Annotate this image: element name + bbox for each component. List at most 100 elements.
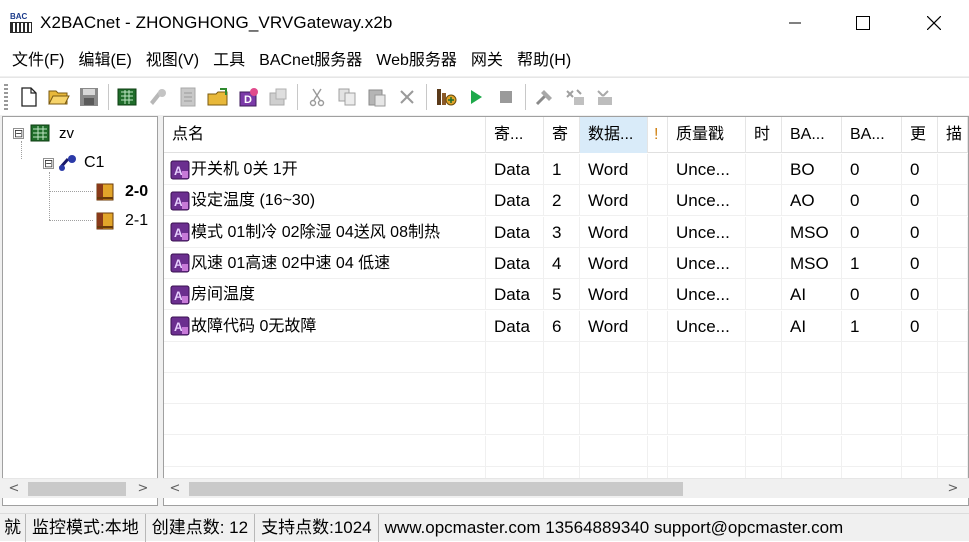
device-tree[interactable]: ⊟ zv ⊟ C1 2-0 2-1 [2, 116, 158, 506]
empty-cell [842, 341, 902, 373]
open-button[interactable] [47, 85, 71, 109]
collapse-icon[interactable]: ⊟ [43, 157, 54, 169]
svg-text:A: A [174, 289, 183, 303]
paste-button[interactable] [365, 85, 389, 109]
empty-cell [580, 341, 648, 373]
menu-gateway[interactable]: 网关 [464, 46, 510, 76]
col-header-time[interactable]: 时 [746, 117, 782, 153]
maximize-icon [856, 16, 870, 30]
point-name: 房间温度 [191, 286, 256, 304]
empty-cell [938, 435, 968, 467]
col-header-quality[interactable]: 质量戳 [668, 117, 746, 153]
delete-button[interactable] [395, 85, 419, 109]
grid-hscrollbar[interactable]: < > [163, 478, 969, 498]
tools-button[interactable] [533, 85, 557, 109]
cell-ba-type: AO [782, 185, 842, 217]
point-icon: A [170, 160, 190, 179]
cell-data-type: Word [580, 310, 648, 342]
empty-cell [938, 404, 968, 436]
paste-icon [368, 89, 386, 106]
stop-button[interactable] [494, 85, 518, 109]
properties-button[interactable] [176, 85, 200, 109]
table-row[interactable]: A 故障代码 0无故障 Data 6 Word Unce... AI 1 0 [164, 310, 968, 342]
col-header-reg-type[interactable]: 寄... [486, 117, 544, 153]
monitor-button[interactable] [434, 85, 458, 109]
empty-cell [782, 341, 842, 373]
start-button[interactable] [464, 85, 488, 109]
toolbar-separator [297, 83, 298, 110]
col-header-ba-type[interactable]: BA... [782, 117, 842, 153]
table-row[interactable]: A 房间温度 Data 5 Word Unce... AI 0 0 [164, 279, 968, 311]
tree-hscrollbar[interactable]: < > [2, 478, 158, 498]
scroll-thumb[interactable] [189, 482, 683, 496]
cell-update: 0 [902, 154, 938, 185]
col-header-desc[interactable]: 描 [938, 117, 968, 153]
maximize-button[interactable] [828, 0, 898, 46]
menu-help[interactable]: 帮助(H) [510, 46, 578, 76]
new-button[interactable] [17, 85, 41, 109]
tree-node-device-2-1[interactable]: 2-1 [95, 210, 148, 232]
col-header-name[interactable]: 点名 [164, 117, 486, 153]
tree-node-root[interactable]: ⊟ zv [13, 122, 74, 144]
add-points-button[interactable]: D [236, 85, 260, 109]
status-contact: www.opcmaster.com 13564889340 support@op… [384, 517, 844, 537]
point-icon: A [170, 285, 190, 305]
import-button[interactable] [206, 85, 230, 109]
svg-text:D: D [244, 94, 252, 106]
tree-node-channel[interactable]: ⊟ C1 [43, 152, 104, 174]
col-header-update[interactable]: 更 [902, 117, 938, 153]
scroll-left-icon[interactable]: < [165, 479, 185, 499]
col-header-flag[interactable]: ! [648, 117, 668, 153]
table-row[interactable]: A 模式 01制冷 02除湿 04送风 08制热 Data 3 Word Unce... M… [164, 216, 968, 248]
cut-button[interactable] [305, 85, 329, 109]
add-group-icon [150, 88, 166, 105]
scroll-thumb[interactable] [28, 482, 126, 496]
point-name: 开关机 0关 1开 [191, 161, 298, 178]
table-row[interactable]: A 风速 01高速 02中速 04 低速 Data 4 Word Unce... MSO 1 0 [164, 247, 968, 279]
tree-node-device-2-0[interactable]: 2-0 [95, 181, 148, 203]
col-header-data-type[interactable]: 数据... [580, 117, 648, 153]
status-bar: 就 监控模式:本地 创建点数: 12 支持点数:1024 www.opcmast… [0, 513, 969, 542]
copy-button[interactable] [335, 85, 359, 109]
close-button[interactable] [899, 0, 969, 46]
minimize-button[interactable] [760, 0, 830, 46]
points-grid[interactable]: 点名 寄... 寄 数据... ! 质量戳 时 BA... BA... 更 描 … [163, 116, 969, 506]
cell-time [746, 185, 782, 217]
scroll-right-icon[interactable]: > [943, 479, 963, 499]
svg-text:A: A [174, 226, 183, 240]
empty-cell [486, 341, 544, 373]
menu-edit[interactable]: 编辑(E) [71, 46, 138, 76]
scroll-right-icon[interactable]: > [133, 479, 153, 499]
save-button[interactable] [77, 85, 101, 109]
cell-quality: Unce... [668, 310, 746, 342]
collapse-icon[interactable]: ⊟ [13, 127, 24, 139]
monitor-icon [437, 88, 457, 105]
menu-web-server[interactable]: Web服务器 [369, 46, 464, 76]
settings-button[interactable] [266, 85, 290, 109]
empty-cell [746, 341, 782, 373]
empty-cell [544, 435, 580, 467]
status-mode: 监控模式:本地 [26, 513, 146, 542]
cell-reg-type: Data [486, 310, 544, 342]
toolbar-grip[interactable] [4, 83, 8, 110]
add-group-button[interactable] [146, 85, 170, 109]
empty-cell [902, 435, 938, 467]
menu-file[interactable]: 文件(F) [5, 46, 71, 76]
empty-cell [782, 404, 842, 436]
col-header-ba-instance[interactable]: BA... [842, 117, 902, 153]
table-row[interactable]: A 设定温度 (16~30) Data 2 Word Unce... AO 0 0 [164, 185, 968, 217]
cell-name: A 设定温度 (16~30) [164, 185, 486, 217]
cell-data-type: Word [580, 247, 648, 279]
scroll-left-icon[interactable]: < [4, 479, 24, 499]
tool3-button[interactable] [593, 85, 617, 109]
col-header-reg[interactable]: 寄 [544, 117, 580, 153]
table-row[interactable]: A 开关机 0关 1开 Data 1 Word Unce... BO 0 0 [164, 154, 968, 185]
empty-cell [164, 373, 486, 405]
menu-view[interactable]: 视图(V) [139, 46, 206, 76]
empty-cell [648, 404, 668, 436]
tool2-button[interactable] [563, 85, 587, 109]
menu-bacnet-server[interactable]: BACnet服务器 [252, 46, 369, 76]
point-icon: A [170, 191, 190, 211]
menu-tools[interactable]: 工具 [206, 46, 252, 76]
add-device-button[interactable] [116, 85, 140, 109]
